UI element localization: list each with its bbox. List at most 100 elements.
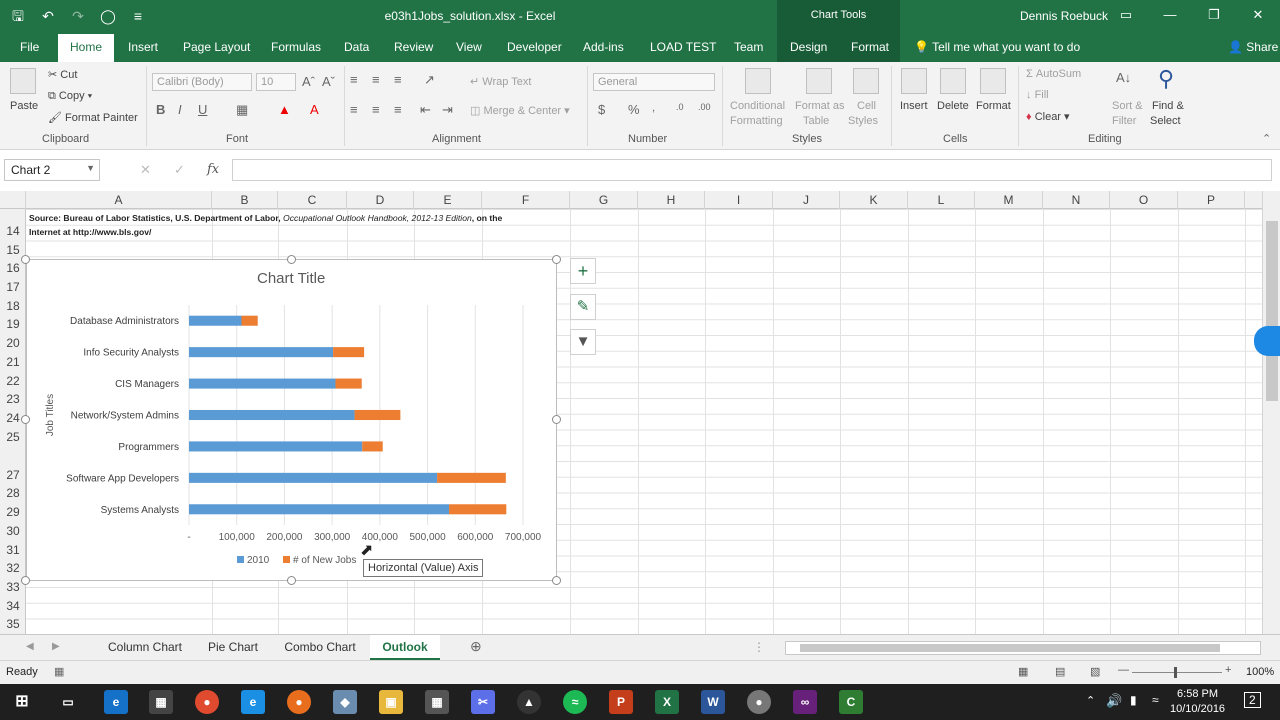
resize-handle[interactable] bbox=[552, 415, 561, 424]
align-center-icon[interactable]: ≡ bbox=[372, 102, 380, 117]
align-right-icon[interactable]: ≡ bbox=[394, 102, 402, 117]
page-layout-view-icon[interactable]: ▤ bbox=[1055, 665, 1065, 678]
autosum-button[interactable]: Σ AutoSum bbox=[1026, 68, 1081, 80]
comma-icon[interactable]: , bbox=[652, 102, 655, 114]
find-select-icon[interactable]: ⚲ bbox=[1158, 66, 1174, 92]
prev-sheet-icon[interactable]: ◀ bbox=[26, 641, 34, 652]
row-header[interactable]: 35 bbox=[0, 617, 26, 631]
excel-icon[interactable]: X bbox=[655, 690, 679, 714]
cell-styles-button[interactable]: Cell bbox=[857, 100, 876, 112]
tab-file[interactable]: File bbox=[20, 40, 39, 54]
next-sheet-icon[interactable]: ▶ bbox=[52, 641, 60, 652]
increase-indent-icon[interactable]: ⇥ bbox=[442, 102, 453, 118]
row-header[interactable]: 25 bbox=[0, 430, 26, 444]
ribbon-display-icon[interactable]: ▭ bbox=[1104, 0, 1148, 30]
name-box[interactable]: Chart 2 ▼ bbox=[4, 159, 100, 181]
visual-studio-icon[interactable]: ∞ bbox=[793, 690, 817, 714]
row-header[interactable]: 29 bbox=[0, 505, 26, 519]
powerpoint-icon[interactable]: P bbox=[609, 690, 633, 714]
format-cells-icon[interactable] bbox=[980, 68, 1006, 94]
tab-format[interactable]: Format bbox=[851, 40, 889, 54]
row-header[interactable]: 14 bbox=[0, 224, 26, 238]
merge-center-button[interactable]: ◫ Merge & Center ▾ bbox=[470, 104, 570, 117]
grow-font-icon[interactable]: Aˆ bbox=[302, 74, 315, 89]
tab-page-layout[interactable]: Page Layout bbox=[183, 40, 250, 54]
tab-design[interactable]: Design bbox=[790, 40, 827, 54]
normal-view-icon[interactable]: ▦ bbox=[1018, 665, 1028, 678]
zoom-out-icon[interactable]: — bbox=[1118, 664, 1129, 676]
row-header[interactable]: 34 bbox=[0, 599, 26, 613]
tab-home[interactable]: Home bbox=[58, 34, 115, 62]
insert-cells-icon[interactable] bbox=[901, 68, 927, 94]
font-size-box[interactable]: 10 bbox=[256, 73, 296, 91]
row-header[interactable]: 31 bbox=[0, 543, 26, 557]
column-header[interactable]: P bbox=[1178, 191, 1245, 209]
row-header[interactable]: 32 bbox=[0, 561, 26, 575]
decrease-decimal-icon[interactable]: .00 bbox=[698, 102, 711, 112]
horizontal-scrollbar[interactable] bbox=[785, 641, 1261, 655]
split-handle-icon[interactable]: ⋮ bbox=[753, 640, 765, 654]
resize-handle[interactable] bbox=[287, 576, 296, 585]
format-painter-button[interactable]: 🖌 Format Painter bbox=[48, 111, 138, 124]
side-panel-icon[interactable] bbox=[1254, 326, 1280, 356]
column-header[interactable]: L bbox=[908, 191, 975, 209]
store-icon[interactable]: ▦ bbox=[149, 690, 173, 714]
battery-icon[interactable]: ▮ bbox=[1130, 693, 1137, 707]
wifi-icon[interactable]: ≈ bbox=[1152, 693, 1159, 707]
cut-button[interactable]: ✂ Cut bbox=[48, 68, 77, 81]
select-all-corner[interactable] bbox=[0, 191, 26, 209]
column-header[interactable]: A bbox=[26, 191, 212, 209]
find-select-button[interactable]: Find & bbox=[1152, 100, 1184, 112]
chart-object[interactable]: Chart Title -100,000 200,000 300,000 400,00… bbox=[26, 259, 557, 581]
column-header[interactable]: G bbox=[570, 191, 638, 209]
column-header[interactable]: M bbox=[975, 191, 1043, 209]
chart-styles-icon[interactable]: ✎ bbox=[570, 294, 596, 320]
bottom-align-icon[interactable]: ≡ bbox=[394, 72, 402, 87]
formula-input[interactable] bbox=[232, 159, 1272, 181]
column-header[interactable]: B bbox=[212, 191, 278, 209]
app-icon[interactable]: C bbox=[839, 690, 863, 714]
shrink-font-icon[interactable]: Aˇ bbox=[322, 74, 335, 89]
row-header[interactable]: 27 bbox=[0, 468, 26, 482]
column-header[interactable]: H bbox=[638, 191, 705, 209]
font-color-icon[interactable]: A bbox=[310, 102, 319, 117]
insert-cells-button[interactable]: Insert bbox=[900, 100, 928, 112]
format-as-table-icon[interactable] bbox=[806, 68, 832, 94]
number-format-box[interactable]: General bbox=[593, 73, 715, 91]
zoom-in-icon[interactable]: + bbox=[1225, 664, 1231, 676]
row-header[interactable]: 23 bbox=[0, 392, 26, 406]
user-name[interactable]: Dennis Roebuck bbox=[1020, 9, 1108, 23]
collapse-ribbon-icon[interactable]: ⌃ bbox=[1262, 132, 1271, 145]
resize-handle[interactable] bbox=[287, 255, 296, 264]
chrome-icon[interactable]: ● bbox=[195, 690, 219, 714]
column-header[interactable]: F bbox=[482, 191, 570, 209]
delete-cells-icon[interactable] bbox=[940, 68, 966, 94]
zoom-slider[interactable] bbox=[1132, 672, 1222, 673]
column-header[interactable]: C bbox=[278, 191, 347, 209]
vertical-scrollbar[interactable] bbox=[1262, 191, 1280, 634]
conditional-formatting-icon[interactable] bbox=[745, 68, 771, 94]
column-header[interactable]: K bbox=[840, 191, 908, 209]
row-header[interactable]: 18 bbox=[0, 299, 26, 313]
column-header[interactable]: E bbox=[414, 191, 482, 209]
spotify-icon[interactable]: ≈ bbox=[563, 690, 587, 714]
close-icon[interactable]: ✕ bbox=[1236, 0, 1280, 30]
notification-center-icon[interactable]: 2 bbox=[1244, 692, 1261, 708]
zoom-slider-thumb[interactable] bbox=[1174, 667, 1177, 678]
tab-view[interactable]: View bbox=[456, 40, 482, 54]
cell-styles-icon[interactable] bbox=[853, 68, 879, 94]
tab-review[interactable]: Review bbox=[394, 40, 433, 54]
resize-handle[interactable] bbox=[552, 576, 561, 585]
firefox-icon[interactable]: ● bbox=[287, 690, 311, 714]
decrease-indent-icon[interactable]: ⇤ bbox=[420, 102, 431, 118]
sort-filter-icon[interactable]: A↓ bbox=[1116, 70, 1131, 85]
tab-data[interactable]: Data bbox=[344, 40, 369, 54]
horizontal-scroll-thumb[interactable] bbox=[800, 644, 1220, 652]
wrap-text-button[interactable]: ↵ Wrap Text bbox=[470, 75, 531, 88]
name-box-dropdown-icon[interactable]: ▼ bbox=[86, 163, 95, 173]
calculator-icon[interactable]: ▦ bbox=[425, 690, 449, 714]
macro-recording-icon[interactable]: ▦ bbox=[54, 665, 64, 678]
clear-button[interactable]: ♦ Clear ▾ bbox=[1026, 110, 1070, 123]
tell-me-box[interactable]: 💡 Tell me what you want to do bbox=[914, 40, 1080, 54]
increase-decimal-icon[interactable]: .0 bbox=[676, 102, 684, 112]
